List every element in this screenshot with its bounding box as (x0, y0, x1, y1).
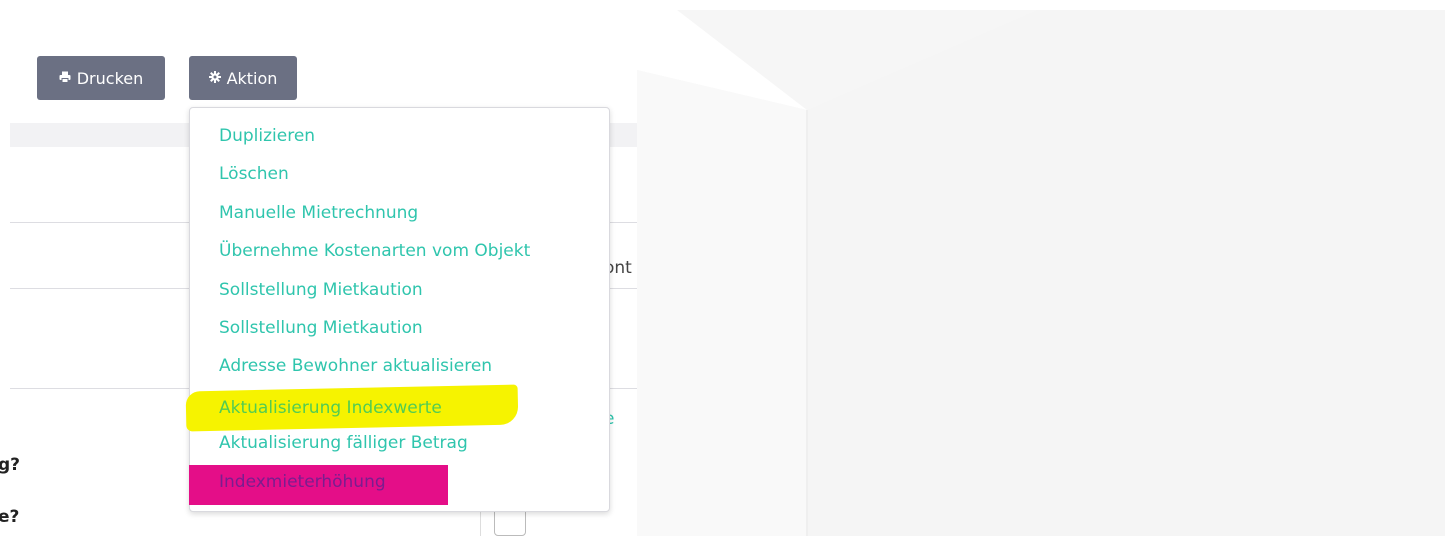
action-button[interactable]: Aktion (189, 56, 297, 100)
gear-icon (208, 71, 221, 85)
menu-item-sollstellung-mietkaution[interactable]: Sollstellung Mietkaution (219, 318, 423, 338)
action-button-label: Aktion (226, 68, 278, 88)
menu-item-indexmieterhoehung[interactable]: Indexmieterhöhung (219, 472, 386, 492)
main-content: Drucken Aktion ont e g? e? Duplizieren L… (0, 0, 637, 536)
question-label-fragment: e? (0, 507, 20, 527)
menu-item-adresse-aktualisieren[interactable]: Adresse Bewohner aktualisieren (219, 356, 492, 376)
room-corner-graphic (637, 0, 1445, 536)
background-image (637, 0, 1445, 536)
menu-item-aktualisierung-indexwerte[interactable]: Aktualisierung Indexwerte (219, 398, 442, 418)
menu-item-aktualisierung-betrag[interactable]: Aktualisierung fälliger Betrag (219, 433, 468, 453)
menu-item-kostenarten-uebernehmen[interactable]: Übernehme Kostenarten vom Objekt (219, 241, 530, 261)
menu-item-manuelle-mietrechnung[interactable]: Manuelle Mietrechnung (219, 203, 418, 223)
print-button-label: Drucken (76, 68, 144, 88)
question-label-fragment: g? (0, 455, 21, 475)
print-icon (59, 71, 71, 85)
menu-item-sollstellung-mietkaution[interactable]: Sollstellung Mietkaution (219, 280, 423, 300)
menu-item-duplizieren[interactable]: Duplizieren (219, 126, 315, 146)
print-button[interactable]: Drucken (37, 56, 165, 100)
menu-item-loeschen[interactable]: Löschen (219, 164, 289, 184)
